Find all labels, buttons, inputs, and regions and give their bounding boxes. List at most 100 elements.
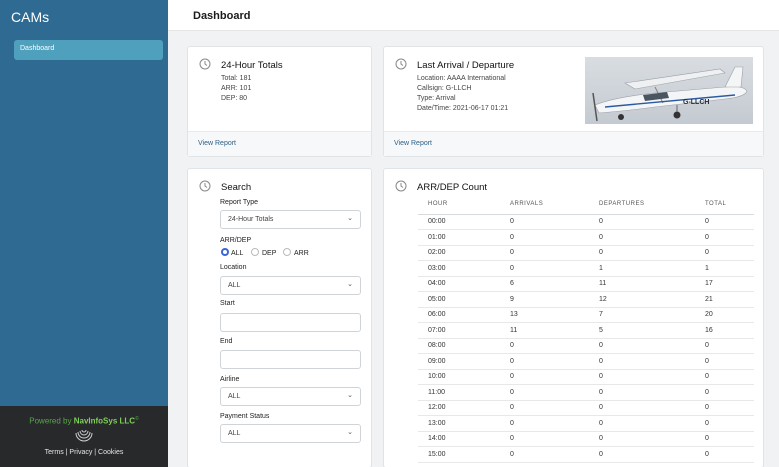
chevron-down-icon: ⌄: [347, 215, 353, 222]
payment-status-label: Payment Status: [220, 413, 270, 420]
report-type-label: Report Type: [220, 199, 259, 206]
table-row: 11:00 0 0 0: [418, 384, 754, 401]
last-view-report-link[interactable]: View Report: [394, 140, 432, 147]
location-select[interactable]: ALL ⌄: [220, 276, 361, 295]
arrdep-count-title: ARR/DEP Count: [417, 182, 488, 193]
table-cell: 16: [695, 322, 754, 339]
clock-icon: [395, 58, 407, 70]
last-datetime: Date/Time: 2021-06-17 01:21: [417, 105, 509, 112]
table-cell: 0: [695, 446, 754, 463]
clock-icon: [199, 58, 211, 70]
last-card-footer: View Report: [384, 131, 763, 156]
airline-label: Airline: [220, 376, 240, 383]
table-cell: 06:00: [418, 307, 500, 323]
table-cell: 0: [695, 415, 754, 432]
table-cell: 05:00: [418, 291, 500, 308]
table-cell: 0: [500, 415, 589, 432]
company-name[interactable]: NavInfoSys LLC: [74, 417, 135, 426]
table-cell: 6: [500, 276, 589, 292]
table-cell: 11: [500, 322, 589, 339]
totals-total: Total: 181: [221, 75, 252, 82]
table-cell: 0: [500, 400, 589, 416]
report-type-select[interactable]: 24-Hour Totals ⌄: [220, 210, 361, 229]
table-cell: 13: [500, 307, 589, 323]
table-cell: 0: [500, 245, 589, 261]
table-row: 10:00 0 0 0: [418, 369, 754, 385]
table-cell: 7: [589, 307, 695, 323]
col-arrivals[interactable]: ARRIVALS: [500, 195, 589, 215]
airline-select[interactable]: ALL ⌄: [220, 387, 361, 406]
table-row: 03:00 0 1 1: [418, 260, 754, 277]
arrdep-count-table: HOUR ARRIVALS DEPARTURES TOTAL 00:00 0 0 0 0…: [418, 195, 754, 463]
table-cell: 0: [695, 353, 754, 370]
chevron-down-icon: ⌄: [347, 429, 353, 436]
table-cell: 07:00: [418, 322, 500, 339]
radio-dep-indicator[interactable]: [251, 248, 259, 256]
table-cell: 17: [695, 276, 754, 292]
page-title: Dashboard: [193, 10, 251, 22]
col-departures[interactable]: DEPARTURES: [589, 195, 695, 215]
table-row: 02:00 0 0 0: [418, 245, 754, 261]
end-date-input[interactable]: [220, 350, 361, 369]
top-bar: Dashboard: [168, 0, 779, 31]
radio-dep[interactable]: DEP: [251, 248, 276, 257]
sidebar-item-dashboard[interactable]: Dashboard: [14, 40, 163, 60]
aircraft-photo: G-LLCH: [585, 57, 753, 124]
table-row: 09:00 0 0 0: [418, 353, 754, 370]
search-title: Search: [221, 182, 252, 193]
chevron-down-icon: ⌄: [347, 281, 353, 288]
table-cell: 12:00: [418, 400, 500, 416]
table-row: 01:00 0 0 0: [418, 229, 754, 246]
table-cell: 13:00: [418, 415, 500, 432]
table-cell: 08:00: [418, 338, 500, 354]
last-type: Type: Arrival: [417, 95, 456, 102]
table-cell: 9: [500, 291, 589, 308]
table-cell: 0: [500, 446, 589, 463]
table-cell: 0: [589, 400, 695, 416]
table-cell: 0: [500, 214, 589, 230]
radio-arr[interactable]: ARR: [283, 248, 309, 257]
table-cell: 0: [695, 214, 754, 230]
table-row: 04:00 6 11 17: [418, 276, 754, 292]
table-cell: 0: [500, 369, 589, 385]
table-row: 14:00 0 0 0: [418, 431, 754, 447]
payment-status-select[interactable]: ALL ⌄: [220, 424, 361, 443]
radio-all-indicator[interactable]: [221, 248, 229, 256]
aircraft-registration: G-LLCH: [683, 99, 709, 106]
table-cell: 11: [589, 276, 695, 292]
arrdep-label: ARR/DEP: [220, 237, 252, 244]
table-cell: 5: [589, 322, 695, 339]
location-label: Location: [220, 264, 247, 271]
table-cell: 0: [500, 384, 589, 401]
sidebar: CAMs Dashboard Powered by NavInfoSys LLC…: [0, 0, 168, 467]
powered-by: Powered by NavInfoSys LLC©: [29, 416, 139, 426]
table-cell: 0: [589, 229, 695, 246]
table-cell: 0: [695, 338, 754, 354]
col-hour[interactable]: HOUR: [418, 195, 500, 215]
chevron-down-icon: ⌄: [347, 392, 353, 399]
table-cell: 0: [589, 431, 695, 447]
last-arrival-title: Last Arrival / Departure: [417, 60, 515, 71]
radio-arr-indicator[interactable]: [283, 248, 291, 256]
table-cell: 21: [695, 291, 754, 308]
totals-view-report-link[interactable]: View Report: [198, 140, 236, 147]
table-row: 08:00 0 0 0: [418, 338, 754, 354]
last-callsign: Callsign: G-LLCH: [417, 85, 472, 92]
col-total[interactable]: TOTAL: [695, 195, 754, 215]
app-brand[interactable]: CAMs: [11, 9, 49, 25]
table-row: 00:00 0 0 0: [418, 214, 754, 230]
table-body: 00:00 0 0 0 01:00 0 0 0 02:00 0 0 0 03:00 0 1 1 04:00 6 11…: [418, 214, 754, 463]
table-cell: 0: [500, 431, 589, 447]
table-cell: 02:00: [418, 245, 500, 261]
table-cell: 0: [500, 260, 589, 277]
radio-all[interactable]: ALL: [221, 248, 243, 257]
table-row: 12:00 0 0 0: [418, 400, 754, 416]
table-cell: 09:00: [418, 353, 500, 370]
start-date-input[interactable]: [220, 313, 361, 332]
table-cell: 03:00: [418, 260, 500, 277]
footer-links[interactable]: Terms | Privacy | Cookies: [0, 449, 168, 456]
table-cell: 14:00: [418, 431, 500, 447]
table-cell: 0: [695, 400, 754, 416]
table-row: 13:00 0 0 0: [418, 415, 754, 432]
table-cell: 0: [589, 415, 695, 432]
